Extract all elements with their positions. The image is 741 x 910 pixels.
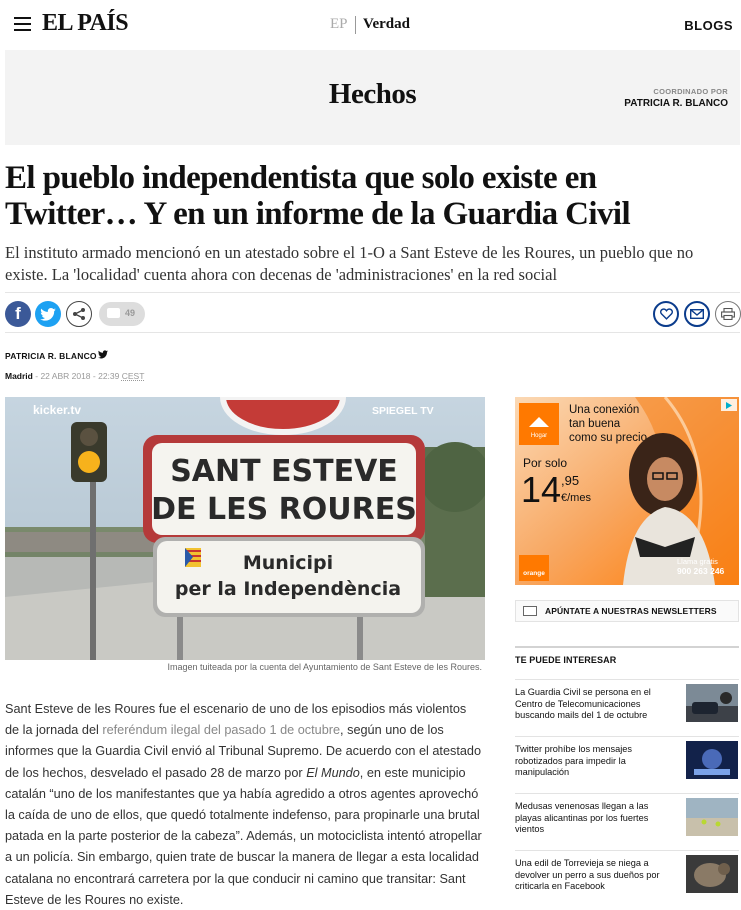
share-icon[interactable] — [66, 301, 92, 327]
sign2-line-1: Municipi — [243, 552, 333, 574]
twitter-share-icon[interactable] — [35, 301, 61, 327]
related-thumbnail[interactable] — [686, 684, 738, 722]
dateline-place: Madrid — [5, 371, 33, 381]
section-prefix: EP — [330, 16, 348, 32]
article-subtitle: El instituto armado mencionó en un atest… — [5, 243, 694, 284]
ad-line-1: Una conexión — [569, 404, 639, 416]
related-title[interactable]: Medusas venenosas llegan a las playas al… — [515, 801, 673, 836]
body-link[interactable]: referéndum ilegal del pasado 1 de octubr… — [102, 723, 340, 737]
related-item[interactable]: Medusas venenosas llegan a las playas al… — [515, 793, 739, 840]
coordinator-name[interactable]: PATRICIA R. BLANCO — [624, 98, 728, 109]
sign-line-1: SANT ESTEVE — [170, 454, 398, 489]
related-thumbnail[interactable] — [686, 741, 738, 779]
ad-line-2: tan buena — [569, 418, 621, 430]
related-item[interactable]: La Guardia Civil se persona en el Centro… — [515, 679, 739, 726]
related-title[interactable]: Twitter prohíbe los mensajes robotizados… — [515, 744, 673, 779]
sign2-line-2: per la Independència — [175, 578, 401, 600]
author-name[interactable]: PATRICIA R. BLANCO — [5, 351, 97, 361]
divider — [355, 16, 356, 34]
photo-watermark-right: SPIEGEL TV — [372, 405, 434, 417]
top-bar: EL PAÍS EP Verdad BLOGS — [0, 0, 741, 48]
comment-icon — [107, 308, 120, 318]
ad-call-2: 900 263 246 — [677, 566, 725, 576]
save-heart-icon[interactable] — [653, 301, 679, 327]
ad-line-3: como su precio — [569, 432, 647, 444]
blog-header: Hechos COORDINADO POR PATRICIA R. BLANCO — [5, 50, 740, 145]
comments-button[interactable]: 49 — [99, 302, 145, 326]
newsletter-bar[interactable]: APÚNTATE A NUESTRAS NEWSLETTERS — [515, 600, 739, 622]
blogs-link[interactable]: BLOGS — [684, 18, 733, 33]
comments-count: 49 — [125, 308, 136, 318]
ad-price-dec: ,95 — [561, 473, 579, 488]
article-title: El pueblo independentista que solo exist… — [5, 160, 631, 232]
body-source: El Mundo — [306, 765, 360, 780]
body-text: , en este municipio catalán “uno de los … — [5, 765, 482, 907]
newsletter-label: APÚNTATE A NUESTRAS NEWSLETTERS — [545, 606, 717, 616]
share-bar: f 49 — [5, 292, 741, 333]
related-item[interactable]: Twitter prohíbe los mensajes robotizados… — [515, 736, 739, 783]
related-item[interactable]: Una edil de Torrevieja se niega a devolv… — [515, 850, 739, 897]
article-body: Sant Esteve de les Roures fue el escenar… — [5, 699, 483, 910]
ad-price-unit: €/mes — [561, 492, 591, 504]
sign-line-2: DE LES ROURES — [151, 492, 417, 527]
dateline: Madrid - 22 ABR 2018 - 22:39 CEST — [5, 371, 145, 381]
coordinator-label: COORDINADO POR — [653, 87, 728, 96]
facebook-share-icon[interactable]: f — [5, 301, 31, 327]
section-link[interactable]: Verdad — [363, 16, 410, 33]
ad-call-1: Llama gratis — [677, 557, 718, 566]
ad-price-int: 14 — [521, 469, 561, 510]
menu-icon[interactable] — [14, 17, 31, 31]
email-icon[interactable] — [684, 301, 710, 327]
related-thumbnail[interactable] — [686, 798, 738, 836]
article-photo: kicker.tv SPIEGEL TV SANT ESTEVE DE LES … — [5, 397, 485, 660]
photo-caption: Imagen tuiteada por la cuenta del Ayunta… — [167, 662, 482, 672]
blog-coordinator: COORDINADO POR PATRICIA R. BLANCO — [624, 87, 728, 109]
newsletter-icon — [523, 606, 537, 616]
advertisement[interactable]: Hogar Una conexión tan buena como su pre… — [515, 397, 739, 585]
author-twitter-icon[interactable] — [98, 350, 108, 359]
related-title[interactable]: Una edil de Torrevieja se niega a devolv… — [515, 858, 673, 893]
related-title[interactable]: La Guardia Civil se persona en el Centro… — [515, 687, 673, 722]
ad-brand: orange — [523, 570, 545, 577]
related-heading: TE PUEDE INTERESAR — [515, 646, 739, 665]
site-logo[interactable]: EL PAÍS — [42, 10, 129, 37]
related-thumbnail[interactable] — [686, 855, 738, 893]
photo-watermark-left: kicker.tv — [33, 403, 81, 417]
dateline-date: 22 ABR 2018 - 22:39 — [40, 371, 120, 381]
ad-por-solo: Por solo — [523, 456, 567, 470]
dateline-timezone: CEST — [121, 371, 145, 381]
ad-hogar: Hogar — [531, 433, 547, 439]
print-icon[interactable] — [715, 301, 741, 327]
